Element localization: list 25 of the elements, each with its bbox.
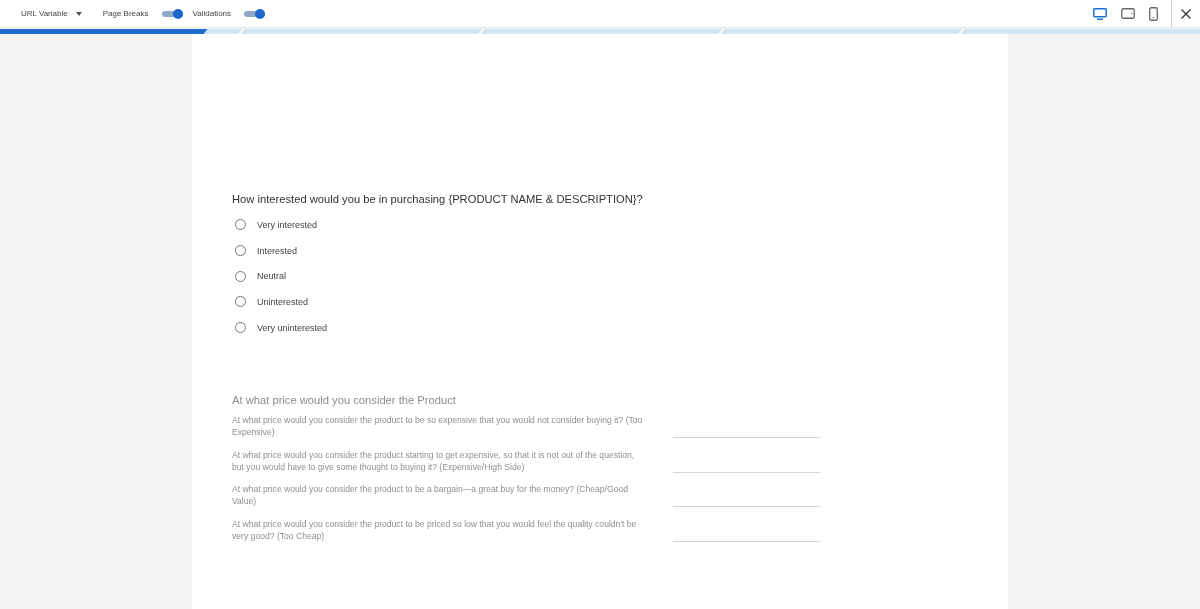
question-text: At what price would you consider the product to be so expensive that you would not consider buying it? (Too Expensive) (232, 414, 644, 439)
tablet-view-button[interactable] (1121, 8, 1135, 19)
toggle-switch[interactable] (244, 8, 266, 19)
option-label: Very uninterested (257, 322, 328, 333)
phone-view-button[interactable] (1149, 6, 1158, 21)
toggle-label: Page Breaks (102, 9, 149, 18)
option-label: Interested (257, 245, 298, 256)
tablet-icon (1121, 8, 1135, 19)
close-button[interactable] (1181, 8, 1191, 19)
toggle-switch[interactable] (161, 8, 183, 19)
option-label: Very interested (257, 219, 318, 230)
desktop-view-button[interactable] (1093, 7, 1107, 20)
question-text: At what price would you consider the product to be a bargain—a great buy for the money? (Cheap/Good Value) (232, 483, 630, 508)
monitor-icon (1093, 7, 1107, 20)
question-title: At what price would you consider the Product (232, 393, 456, 409)
caret-icon (75, 11, 82, 16)
close-icon (1181, 8, 1191, 19)
question-text: At what price would you consider the product starting to get expensive, so that it is not out of the question, but you would have to give some thought to buying it? (Expensive/High Side) (232, 448, 636, 473)
phone-icon (1149, 6, 1158, 21)
question-title: How interested would you be in purchasing {PRODUCT NAME & DESCRIPTION}? (232, 192, 643, 207)
url-variable-dropdown[interactable]: URL Variable (21, 9, 82, 18)
option-label: Uninterested (257, 296, 309, 307)
question-text: At what price would you consider the product to be priced so low that you would feel the quality couldn't be very good? (Too Cheap) (232, 517, 638, 542)
toggle-label: Validations (192, 9, 232, 18)
option-label: Neutral (257, 271, 286, 282)
